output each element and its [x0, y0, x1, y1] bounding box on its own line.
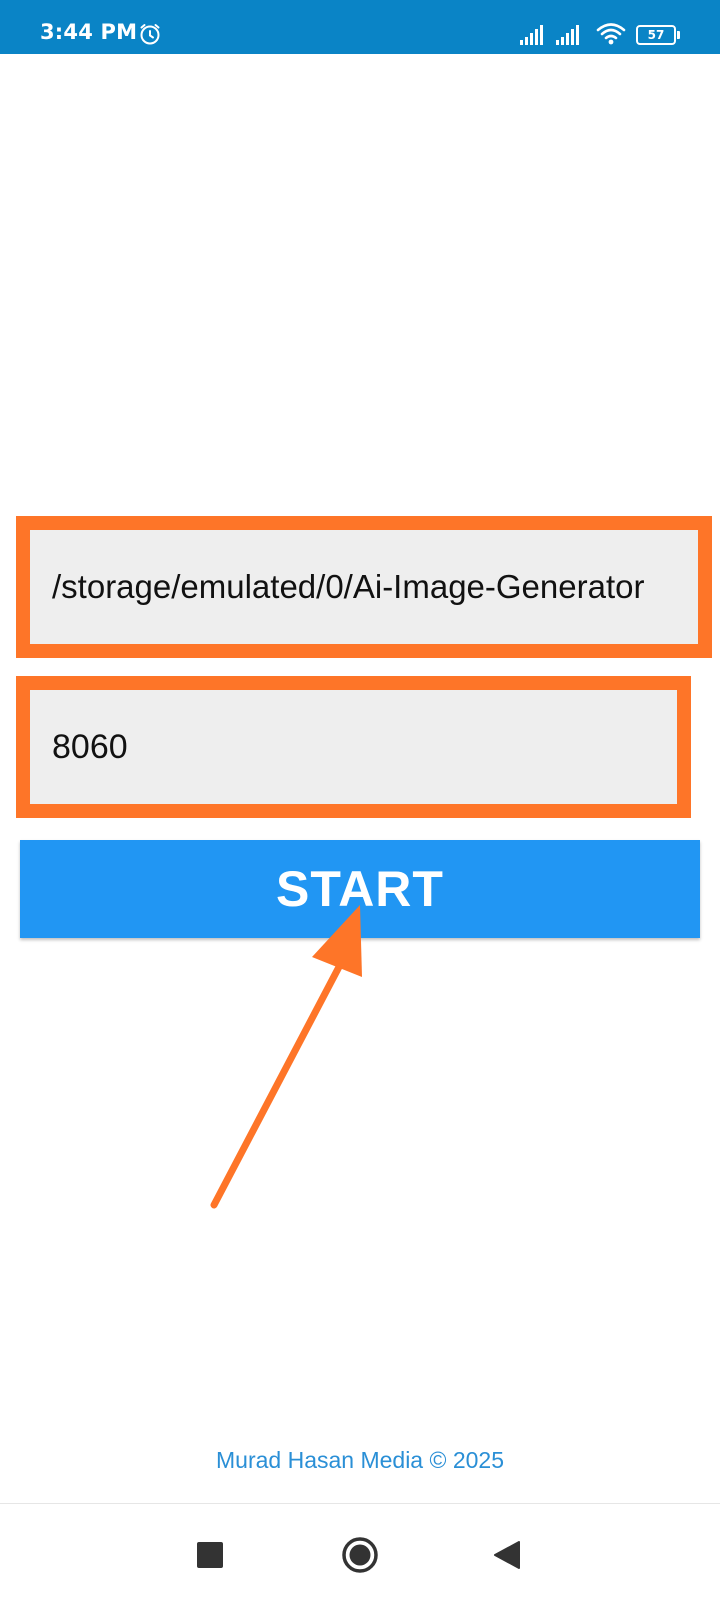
annotation-arrow-icon	[210, 905, 362, 1209]
navigation-bar	[0, 1503, 720, 1600]
signal-icon	[556, 25, 579, 45]
path-field-highlight: /storage/emulated/0/Ai-Image-Generator	[16, 516, 712, 658]
signal-icon	[520, 25, 543, 45]
battery-icon: 57	[636, 25, 680, 45]
port-input-value: 8060	[52, 727, 128, 766]
path-input-value: /storage/emulated/0/Ai-Image-Generator	[52, 568, 645, 605]
port-input[interactable]: 8060	[30, 690, 677, 804]
recents-button[interactable]	[197, 1542, 223, 1568]
alarm-icon	[140, 24, 160, 45]
wifi-icon	[596, 23, 626, 45]
status-bar: 3:44 PM 57	[0, 0, 720, 54]
footer-credit: Murad Hasan Media © 2025	[216, 1447, 504, 1473]
path-input[interactable]: /storage/emulated/0/Ai-Image-Generator	[30, 530, 698, 644]
battery-tip	[677, 31, 680, 39]
port-field-highlight: 8060	[16, 676, 691, 818]
battery-level: 57	[636, 25, 676, 45]
home-button[interactable]	[341, 1536, 379, 1574]
back-button[interactable]	[493, 1540, 521, 1570]
status-time: 3:44 PM	[40, 20, 138, 44]
